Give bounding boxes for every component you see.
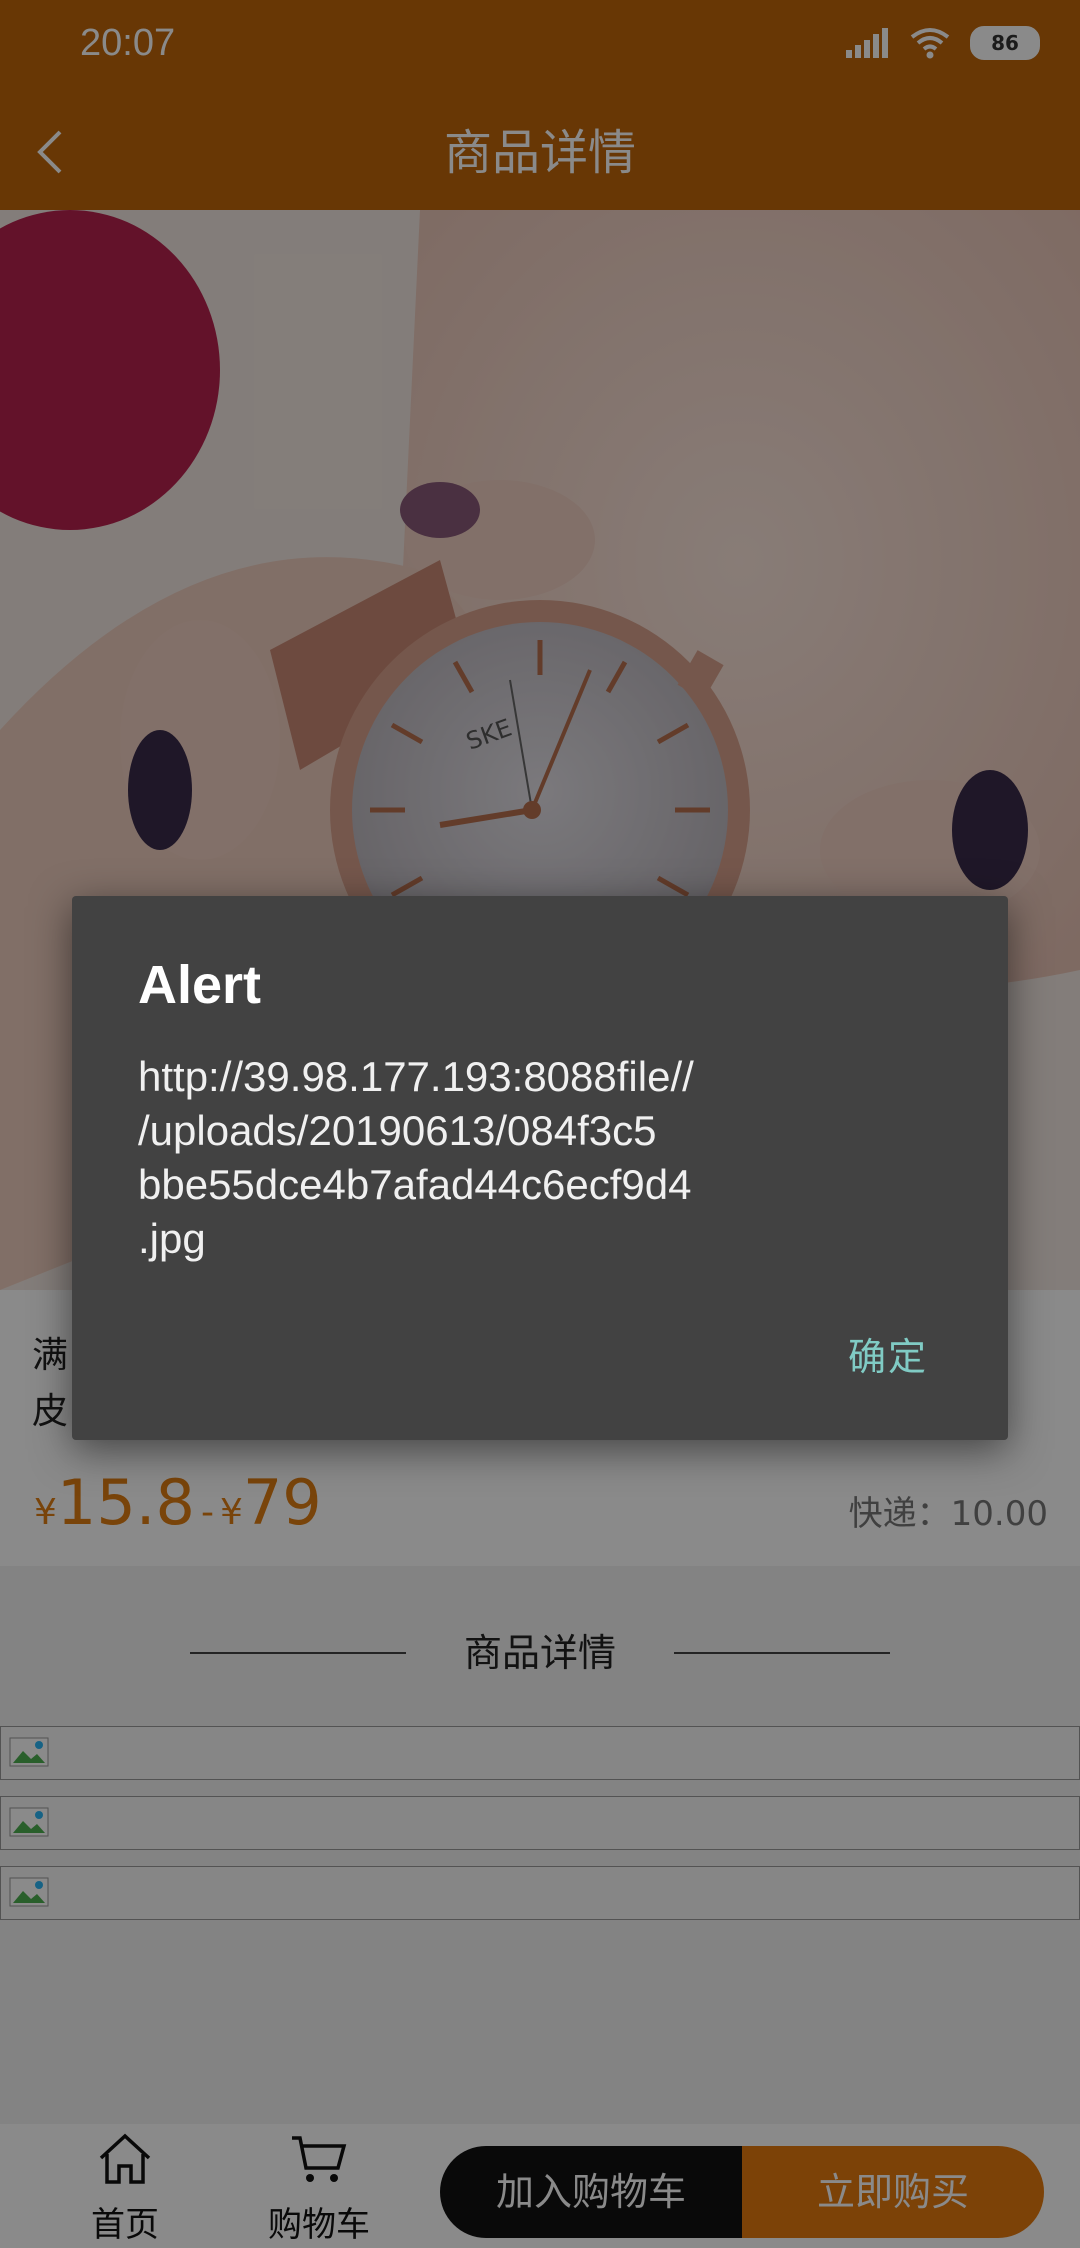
alert-dialog: Alert http://39.98.177.193:8088file// /u… — [72, 896, 1008, 1440]
dialog-ok-button[interactable]: 确定 — [848, 1326, 928, 1381]
dialog-title: Alert — [138, 955, 262, 1015]
dialog-message: http://39.98.177.193:8088file// /uploads… — [138, 1053, 694, 1262]
